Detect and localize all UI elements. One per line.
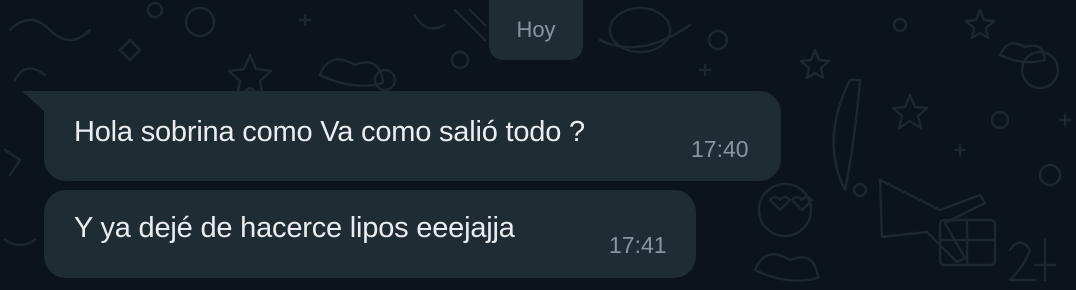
chat-area[interactable]: Hoy Hola sobrina como Va como salió todo… [0, 0, 1076, 290]
bubble-tail [22, 91, 46, 113]
incoming-message-bubble[interactable]: Hola sobrina como Va como salió todo ? 1… [44, 91, 781, 181]
date-separator-label: Hoy [516, 17, 556, 42]
date-separator-chip: Hoy [489, 0, 583, 60]
message-text: Hola sobrina como Va como salió todo ? [74, 116, 585, 148]
message-timestamp: 17:41 [609, 232, 667, 258]
message-timestamp: 17:40 [691, 136, 749, 162]
message-text: Y ya dejé de hacerce lipos eeejajja [74, 212, 515, 244]
incoming-message-bubble[interactable]: Y ya dejé de hacerce lipos eeejajja 17:4… [44, 190, 696, 278]
